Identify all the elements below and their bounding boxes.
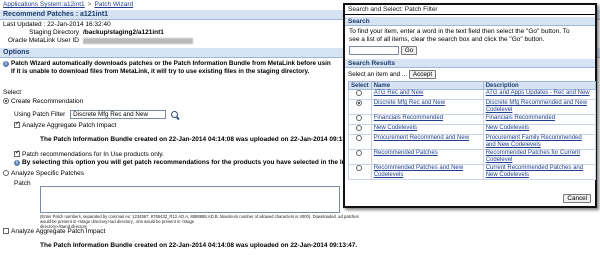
table-row[interactable]: Procurement Recommend and New Procurement… bbox=[348, 134, 597, 151]
row-description: Financials Recommended bbox=[482, 114, 597, 126]
note-line-2: If it is unable to download files from M… bbox=[11, 68, 310, 75]
row-description: Procurement Family Recommended and New C… bbox=[482, 134, 597, 151]
row-select-radio[interactable] bbox=[355, 135, 362, 142]
row-select-cell bbox=[348, 99, 372, 116]
row-description: New Codelevels bbox=[482, 124, 597, 136]
col-description: Description bbox=[482, 81, 597, 91]
bundle-message: The Patch Information Bundle created on … bbox=[40, 136, 358, 143]
table-row[interactable]: New Codelevels New Codelevels bbox=[348, 124, 597, 136]
search-select-popup: Search and Select: Patch Filter Search T… bbox=[343, 3, 597, 208]
row-description: Current Recommended Patches and New Code… bbox=[482, 164, 597, 181]
row-select-cell bbox=[348, 89, 372, 101]
analyze-aggregate-label: Analyze Aggregate Patch Impact bbox=[22, 122, 117, 129]
row-select-cell bbox=[348, 124, 372, 136]
go-button[interactable]: Go bbox=[400, 46, 418, 55]
row-name[interactable]: Procurement Recommend and New bbox=[370, 134, 484, 151]
row-select-cell bbox=[348, 114, 372, 126]
analyze-specific-label: Analyze Specific Patches bbox=[11, 170, 84, 177]
info-icon: i bbox=[3, 61, 9, 67]
analyze-aggregate-checkbox[interactable] bbox=[14, 122, 20, 129]
row-select-radio[interactable] bbox=[355, 150, 362, 157]
create-recommendation-radio[interactable] bbox=[3, 98, 9, 105]
results-table: Select Name Description ATG Rec and New A… bbox=[348, 81, 597, 181]
cancel-button[interactable]: Cancel bbox=[563, 194, 591, 203]
by-selecting-text: By selecting this option you will get pa… bbox=[22, 159, 346, 166]
info-block: Last Updated : 22-Jan-2014 16:32:40 Stag… bbox=[3, 21, 193, 45]
popup-instruction-line-2: see a list of all items, clear the searc… bbox=[349, 36, 545, 43]
row-name[interactable]: Recommended Patches bbox=[370, 149, 484, 166]
table-row[interactable]: Discrete Mfg Rec and New Discrete Mfg Rec… bbox=[348, 99, 597, 116]
row-select-radio[interactable] bbox=[355, 165, 362, 172]
breadcrumb-item-system[interactable]: Applications System:a12int1 bbox=[3, 1, 85, 8]
table-row[interactable]: ATG Rec and New ATG and Apps Updates - Re… bbox=[348, 89, 597, 101]
row-select-cell bbox=[348, 149, 372, 166]
patch-textarea[interactable] bbox=[40, 186, 340, 213]
info-icon: i bbox=[14, 160, 20, 166]
metalink-user-redacted bbox=[83, 38, 193, 44]
analyze-aggregate-checkbox-2[interactable] bbox=[3, 228, 9, 235]
breadcrumb-item-patch-wizard[interactable]: Patch Wizard bbox=[94, 1, 133, 8]
analyze-specific-radio[interactable] bbox=[3, 170, 9, 177]
metalink-label: Oracle MetaLink User ID bbox=[7, 37, 79, 44]
col-name: Name bbox=[370, 81, 484, 91]
row-name[interactable]: Recommended Patches and New Codelevels bbox=[370, 164, 484, 181]
row-description: ATG and Apps Updates - Rec and New bbox=[482, 89, 597, 101]
using-filter-label: Using Patch Filter bbox=[14, 111, 66, 119]
bundle-message-2: The Patch Information Bundle created on … bbox=[40, 242, 358, 249]
breadcrumb-separator: > bbox=[87, 1, 92, 8]
table-row[interactable]: Recommended Patches Recommended Patches f… bbox=[348, 149, 597, 166]
create-recommendation-label: Create Recommendation bbox=[11, 98, 84, 105]
accept-button[interactable]: Accept bbox=[408, 70, 437, 80]
col-select: Select bbox=[348, 81, 372, 91]
popup-title: Search and Select: Patch Filter bbox=[345, 5, 595, 15]
staging-value: /backup/staging2/a121int1 bbox=[83, 29, 164, 36]
info-note: i Patch Wizard automatically downloads pa… bbox=[3, 60, 343, 76]
select-item-label: Select an item and ... bbox=[348, 71, 408, 79]
select-label: Select bbox=[3, 89, 22, 96]
popup-search-header: Search bbox=[345, 17, 595, 26]
popup-instructions: To find your item, enter a word in the t… bbox=[345, 26, 595, 57]
popup-instruction-line-1: To find your item, enter a word in the t… bbox=[349, 28, 570, 35]
patch-help-line-1: (Enter Patch numbers, separated by comma… bbox=[40, 214, 359, 224]
row-description: Discrete Mfg Recommended and New Codelev… bbox=[482, 99, 597, 116]
patch-filter-input[interactable]: Discrete Mfg Rec and New bbox=[70, 110, 167, 119]
row-select-radio[interactable] bbox=[355, 125, 362, 132]
row-description: Recommended Patches for Current Codeleve… bbox=[482, 149, 597, 166]
patch-label: Patch bbox=[14, 180, 31, 187]
row-name[interactable]: ATG Rec and New bbox=[370, 89, 484, 101]
search-icon[interactable] bbox=[170, 111, 178, 118]
popup-results-header: Search Results bbox=[345, 59, 595, 69]
in-use-products-checkbox[interactable] bbox=[14, 151, 20, 158]
row-name[interactable]: Discrete Mfg Rec and New bbox=[370, 99, 484, 116]
analyze-aggregate-label-2: Analyze Aggregate Patch Impact bbox=[11, 228, 106, 235]
table-row[interactable]: Recommended Patches and New Codelevels Cu… bbox=[348, 164, 597, 181]
row-select-radio[interactable] bbox=[355, 115, 362, 122]
row-select-cell bbox=[348, 134, 372, 151]
table-row[interactable]: Financials Recommended Financials Recomme… bbox=[348, 114, 597, 126]
row-name[interactable]: Financials Recommended bbox=[370, 114, 484, 126]
row-select-cell bbox=[348, 164, 372, 181]
row-name[interactable]: New Codelevels bbox=[370, 124, 484, 136]
row-select-radio[interactable] bbox=[355, 90, 362, 97]
popup-search-input[interactable] bbox=[349, 46, 399, 55]
row-select-radio[interactable] bbox=[355, 100, 362, 107]
note-line-1: Patch Wizard automatically downloads pat… bbox=[11, 60, 331, 67]
staging-label: Staging Directory bbox=[29, 29, 79, 36]
last-updated-text: Last Updated : 22-Jan-2014 16:32:40 bbox=[3, 21, 111, 28]
patch-help-text: (Enter Patch numbers, separated by comma… bbox=[40, 214, 370, 229]
in-use-products-label: Patch recommendations for In Use product… bbox=[22, 151, 164, 158]
